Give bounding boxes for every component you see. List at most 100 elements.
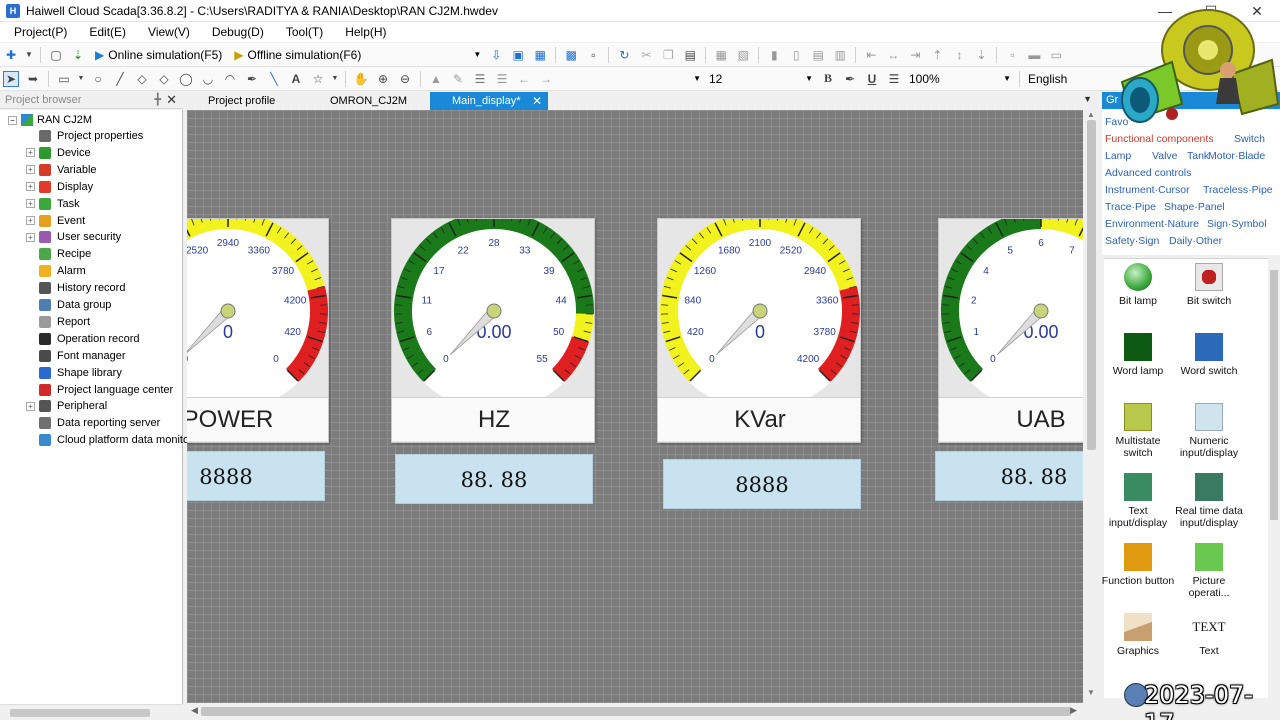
tree-item[interactable]: + User security — [26, 231, 121, 244]
tree-item[interactable]: Data reporting server — [26, 417, 160, 430]
curve-icon[interactable]: ◠ — [222, 71, 238, 87]
monitor-icon[interactable]: ▩ — [563, 47, 579, 63]
category-link[interactable]: Functional components — [1105, 133, 1214, 145]
menu-debug[interactable]: Debug(D) — [198, 22, 272, 42]
align-left-icon[interactable]: ⇤ — [863, 47, 879, 63]
send-back-icon[interactable]: ▯ — [788, 47, 804, 63]
component-item[interactable]: Word switch — [1171, 333, 1247, 377]
component-item[interactable]: TEXT Text — [1171, 613, 1247, 657]
tree-item[interactable]: Recipe — [26, 248, 91, 261]
expand-icon[interactable]: + — [26, 148, 35, 158]
same-height-icon[interactable]: ▬ — [1026, 47, 1042, 63]
scrollbar-thumb[interactable] — [10, 709, 150, 717]
design-canvas[interactable]: 8401260168021002520294033603780420042000… — [187, 110, 1083, 703]
dropdown-arrow-icon[interactable]: ▼ — [25, 47, 33, 63]
align-top-icon[interactable]: ⇡ — [929, 47, 945, 63]
component-item[interactable]: Real time data input/display — [1171, 473, 1247, 529]
tab-main-display[interactable]: Main_display* ✕ — [430, 92, 548, 110]
category-link[interactable]: Lamp — [1105, 150, 1131, 162]
component-item[interactable]: Function button — [1100, 543, 1176, 587]
category-link[interactable]: Safety·Sign — [1105, 235, 1159, 247]
tree-item[interactable]: Project language center — [26, 383, 173, 396]
hand-icon[interactable]: ✋ — [353, 71, 369, 87]
refresh-icon[interactable]: ↻ — [616, 47, 632, 63]
close-icon[interactable]: ✕ — [532, 92, 542, 110]
window-icon[interactable]: ▫ — [585, 47, 601, 63]
component-item[interactable]: Word lamp — [1100, 333, 1176, 377]
category-link[interactable]: Switch — [1234, 133, 1265, 145]
expand-icon[interactable]: + — [26, 182, 35, 192]
transfer-icon[interactable]: ⇩ — [488, 47, 504, 63]
category-link[interactable]: Trace·Pipe — [1105, 201, 1156, 213]
dropdown-arrow-icon[interactable]: ▼ — [332, 71, 339, 87]
offline-simulation-button[interactable]: ▶ Offline simulation(F6) — [234, 48, 361, 62]
text-tool-icon[interactable]: A — [288, 71, 304, 87]
fill-color-icon[interactable]: ▲ — [428, 71, 444, 87]
rectangle-icon[interactable]: ▭ — [56, 71, 72, 87]
line-color-icon[interactable]: ✎ — [450, 71, 466, 87]
tree-item[interactable]: History record — [26, 282, 125, 295]
screen-icon[interactable]: ▣ — [510, 47, 526, 63]
scroll-left-icon[interactable]: ◀ — [191, 705, 198, 716]
component-item[interactable]: Multistate switch — [1100, 403, 1176, 459]
canvas-hscrollbar[interactable]: ◀ ▶ — [187, 703, 1083, 720]
tree-item[interactable]: Report — [26, 315, 90, 328]
star-icon[interactable]: ☆ — [310, 71, 326, 87]
same-width-icon[interactable]: ▫ — [1004, 47, 1020, 63]
category-link[interactable]: Shape·Panel — [1164, 201, 1225, 213]
paste-icon[interactable]: ▤ — [682, 47, 698, 63]
menu-help[interactable]: Help(H) — [331, 22, 394, 42]
scrollbar-thumb[interactable] — [201, 707, 1071, 716]
line-width-icon[interactable]: ☰ — [472, 71, 488, 87]
align-right-icon[interactable]: ⇥ — [907, 47, 923, 63]
align-bottom-icon[interactable]: ⇣ — [973, 47, 989, 63]
group-icon[interactable]: ▦ — [713, 47, 729, 63]
calendar-icon[interactable]: ▦ — [532, 47, 548, 63]
line-style-icon[interactable]: ☰ — [494, 71, 510, 87]
direct-select-icon[interactable]: ➥ — [25, 71, 41, 87]
select-arrow-icon[interactable]: ➤ — [3, 70, 19, 87]
tree-item[interactable]: Shape library — [26, 366, 122, 379]
zoom-out-icon[interactable]: ⊖ — [397, 71, 413, 87]
circle-icon[interactable]: ○ — [90, 71, 106, 87]
expand-icon[interactable]: + — [26, 216, 35, 225]
download-icon[interactable]: ⇣ — [70, 47, 86, 63]
tree-item[interactable]: Project properties — [26, 130, 143, 142]
gauge-kvar[interactable]: 0 420 840 1260 1680 2100 2520 2940 3360 3780 4200 0… — [657, 218, 861, 443]
tree-item[interactable]: Font manager — [26, 349, 125, 362]
power-display-box[interactable]: 8888 — [187, 451, 325, 501]
gauge-hz[interactable]: 0 6 11 17 22 28 33 39 44 50 55 0.00 HZ — [391, 218, 595, 443]
close-icon[interactable]: ✕ — [166, 92, 177, 108]
line-icon[interactable]: ╱ — [112, 71, 128, 87]
tree-item[interactable]: Operation record — [26, 332, 140, 345]
canvas-vscrollbar[interactable]: ▲ ▼ — [1083, 110, 1100, 703]
backward-icon[interactable]: ▥ — [832, 47, 848, 63]
zoom-select[interactable]: 100% ▼ — [905, 70, 1015, 88]
zoom-in-icon[interactable]: ⊕ — [375, 71, 391, 87]
category-link[interactable]: Sign·Symbol — [1207, 218, 1267, 230]
underline-button[interactable]: U — [864, 71, 880, 87]
category-link[interactable]: Advanced controls — [1105, 167, 1191, 179]
scrollbar-thumb[interactable] — [1087, 120, 1096, 450]
tree-item[interactable]: + Device — [26, 146, 91, 159]
category-link[interactable]: Daily·Other — [1169, 235, 1222, 247]
expand-icon[interactable]: + — [26, 401, 35, 411]
expand-icon[interactable]: + — [26, 165, 35, 175]
category-link[interactable]: Instrument·Cursor — [1105, 184, 1190, 196]
arc-icon[interactable]: ◡ — [200, 71, 216, 87]
ellipse-icon[interactable]: ◯ — [178, 71, 194, 87]
graphics-vscrollbar[interactable] — [1268, 258, 1280, 703]
collapse-icon[interactable]: − — [8, 115, 17, 125]
component-item[interactable]: Bit lamp — [1100, 263, 1176, 307]
component-item[interactable]: Picture operati... — [1171, 543, 1247, 599]
tree-item[interactable]: + Display — [26, 180, 93, 193]
tree-item[interactable]: + Event — [26, 214, 85, 227]
component-item[interactable]: Graphics — [1100, 613, 1176, 657]
pen-icon[interactable]: ✒ — [244, 71, 260, 87]
pin-icon[interactable]: ╋ — [154, 93, 161, 106]
scroll-right-icon[interactable]: ▶ — [1070, 705, 1077, 716]
category-link[interactable]: Motor·Blade — [1208, 150, 1265, 162]
forward-icon[interactable]: ▤ — [810, 47, 826, 63]
align-middle-icon[interactable]: ↕ — [951, 47, 967, 63]
text-align-icon[interactable]: ☰ — [886, 71, 902, 87]
